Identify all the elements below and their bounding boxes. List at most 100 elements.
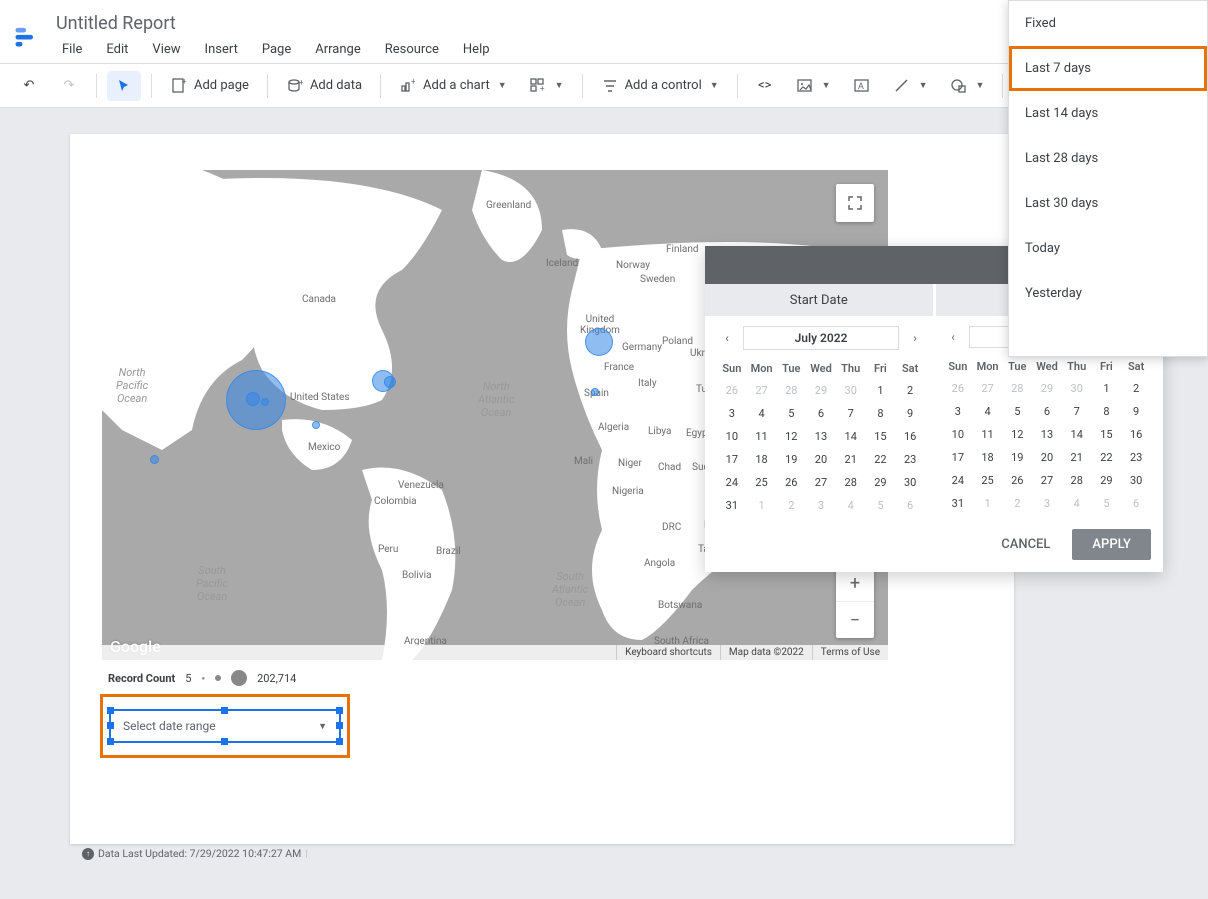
calendar-day[interactable]: 10 — [717, 425, 747, 448]
calendar-day[interactable]: 2 — [895, 379, 925, 402]
menu-arrange[interactable]: Arrange — [305, 38, 370, 61]
calendar-day[interactable]: 28 — [1002, 377, 1032, 400]
calendar-day[interactable]: 28 — [836, 471, 866, 494]
calendar-day[interactable]: 2 — [776, 494, 806, 517]
calendar-day[interactable]: 18 — [973, 446, 1003, 469]
preset-last-14-days[interactable]: Last 14 days — [1009, 91, 1207, 136]
calendar-day[interactable]: 13 — [1032, 423, 1062, 446]
calendar-day[interactable]: 4 — [973, 400, 1003, 423]
calendar-day[interactable]: 24 — [943, 469, 973, 492]
menu-file[interactable]: File — [52, 38, 92, 61]
calendar-day[interactable]: 19 — [1002, 446, 1032, 469]
month-title[interactable]: July 2022 — [743, 326, 899, 350]
bubble[interactable] — [384, 376, 396, 388]
calendar-day[interactable]: 26 — [943, 377, 973, 400]
menu-help[interactable]: Help — [453, 38, 500, 61]
calendar-day[interactable]: 20 — [1032, 446, 1062, 469]
terms-link[interactable]: Terms of Use — [812, 645, 888, 660]
calendar-day[interactable]: 6 — [1121, 492, 1151, 515]
bubble[interactable] — [312, 421, 320, 429]
community-viz-button[interactable]: +▼ — [521, 71, 572, 101]
calendar-day[interactable]: 5 — [866, 494, 896, 517]
zoom-out-button[interactable]: − — [836, 602, 874, 638]
calendar-day[interactable]: 7 — [836, 402, 866, 425]
redo-button[interactable]: ↷ — [52, 71, 86, 101]
calendar-day[interactable]: 8 — [866, 402, 896, 425]
calendar-day[interactable]: 14 — [1062, 423, 1092, 446]
prev-month-button[interactable]: ‹ — [717, 331, 737, 345]
calendar-day[interactable]: 11 — [973, 423, 1003, 446]
line-button[interactable]: ▼ — [885, 71, 936, 101]
calendar-day[interactable]: 22 — [1092, 446, 1122, 469]
calendar-day[interactable]: 3 — [943, 400, 973, 423]
bubble[interactable] — [261, 398, 269, 406]
calendar-day[interactable]: 11 — [747, 425, 777, 448]
calendar-day[interactable]: 27 — [747, 379, 777, 402]
calendar-day[interactable]: 4 — [747, 402, 777, 425]
calendar-day[interactable]: 12 — [776, 425, 806, 448]
calendar-day[interactable]: 16 — [895, 425, 925, 448]
calendar-day[interactable]: 9 — [895, 402, 925, 425]
calendar-day[interactable]: 23 — [1121, 446, 1151, 469]
calendar-day[interactable]: 31 — [717, 494, 747, 517]
calendar-day[interactable]: 28 — [776, 379, 806, 402]
cancel-button[interactable]: CANCEL — [987, 529, 1064, 560]
calendar-day[interactable]: 20 — [806, 448, 836, 471]
preset-last-28-days[interactable]: Last 28 days — [1009, 136, 1207, 181]
shape-button[interactable]: ▼ — [942, 71, 993, 101]
calendar-day[interactable]: 1 — [866, 379, 896, 402]
undo-button[interactable]: ↶ — [12, 71, 46, 101]
calendar-day[interactable]: 10 — [943, 423, 973, 446]
add-control-button[interactable]: Add a control▼ — [593, 71, 727, 101]
calendar-day[interactable]: 31 — [943, 492, 973, 515]
image-button[interactable]: ▼ — [788, 71, 839, 101]
calendar-day[interactable]: 5 — [1002, 400, 1032, 423]
calendar-day[interactable]: 8 — [1092, 400, 1122, 423]
prev-month-button[interactable]: ‹ — [943, 330, 963, 344]
calendar-day[interactable]: 25 — [747, 471, 777, 494]
calendar-day[interactable]: 6 — [1032, 400, 1062, 423]
preset-last-7-days[interactable]: Last 7 days — [1009, 46, 1207, 91]
calendar-day[interactable]: 4 — [836, 494, 866, 517]
calendar-day[interactable]: 30 — [1062, 377, 1092, 400]
calendar-day[interactable]: 21 — [1062, 446, 1092, 469]
calendar-day[interactable]: 29 — [866, 471, 896, 494]
calendar-day[interactable]: 26 — [717, 379, 747, 402]
calendar-day[interactable]: 29 — [806, 379, 836, 402]
calendar-day[interactable]: 23 — [895, 448, 925, 471]
date-range-control[interactable]: Select date range ▼ — [109, 709, 341, 743]
preset-yesterday[interactable]: Yesterday — [1009, 271, 1207, 316]
embed-button[interactable]: <> — [748, 71, 782, 101]
calendar-day[interactable]: 30 — [895, 471, 925, 494]
calendar-day[interactable]: 3 — [1032, 492, 1062, 515]
start-date-tab[interactable]: Start Date — [705, 284, 933, 316]
doc-title[interactable]: Untitled Report — [52, 11, 1010, 36]
keyboard-shortcuts-link[interactable]: Keyboard shortcuts — [616, 645, 720, 660]
calendar-day[interactable]: 19 — [776, 448, 806, 471]
calendar-day[interactable]: 16 — [1121, 423, 1151, 446]
add-chart-button[interactable]: +Add a chart▼ — [391, 71, 515, 101]
calendar-day[interactable]: 26 — [1002, 469, 1032, 492]
calendar-day[interactable]: 7 — [1062, 400, 1092, 423]
calendar-day[interactable]: 21 — [836, 448, 866, 471]
menu-edit[interactable]: Edit — [96, 38, 138, 61]
calendar-day[interactable]: 3 — [806, 494, 836, 517]
bubble[interactable] — [246, 392, 260, 406]
preset-fixed[interactable]: Fixed — [1009, 1, 1207, 46]
calendar-day[interactable]: 30 — [836, 379, 866, 402]
menu-view[interactable]: View — [142, 38, 190, 61]
calendar-day[interactable]: 2 — [1002, 492, 1032, 515]
calendar-day[interactable]: 15 — [1092, 423, 1122, 446]
calendar-day[interactable]: 29 — [1092, 469, 1122, 492]
menu-page[interactable]: Page — [252, 38, 301, 61]
calendar-day[interactable]: 3 — [717, 402, 747, 425]
calendar-day[interactable]: 1 — [1092, 377, 1122, 400]
add-page-button[interactable]: +Add page — [162, 71, 257, 101]
fullscreen-button[interactable] — [836, 184, 874, 222]
calendar-day[interactable]: 27 — [806, 471, 836, 494]
calendar-day[interactable]: 30 — [1121, 469, 1151, 492]
calendar-day[interactable]: 15 — [866, 425, 896, 448]
calendar-day[interactable]: 5 — [1092, 492, 1122, 515]
preset-today[interactable]: Today — [1009, 226, 1207, 271]
calendar-day[interactable]: 27 — [973, 377, 1003, 400]
